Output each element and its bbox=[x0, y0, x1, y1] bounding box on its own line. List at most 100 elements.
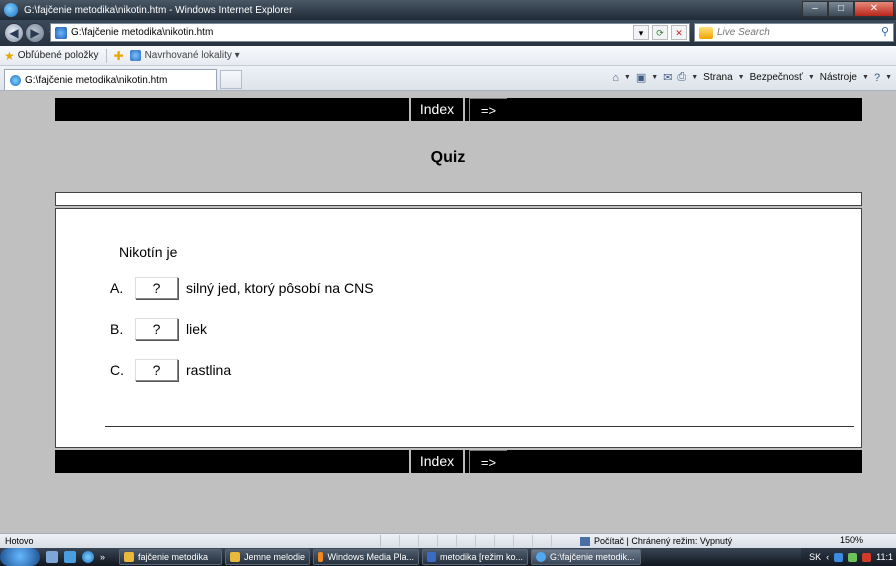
help-dropdown-icon[interactable]: ▼ bbox=[885, 74, 892, 81]
top-nav-bar: Index => bbox=[55, 98, 862, 121]
taskbar-item[interactable]: metodika [režim ko... bbox=[422, 549, 529, 565]
quick-launch-more[interactable]: » bbox=[100, 552, 105, 562]
status-text: Hotovo bbox=[5, 536, 34, 546]
network-icon[interactable] bbox=[834, 552, 844, 562]
question-text: Nikotín je bbox=[119, 244, 178, 260]
taskbar-item-label: metodika [režim ko... bbox=[439, 552, 524, 562]
window-title-bar: G:\fajčenie metodika\nikotin.htm - Windo… bbox=[0, 0, 896, 20]
answer-text: liek bbox=[186, 321, 208, 337]
language-indicator[interactable]: SK bbox=[809, 552, 821, 562]
bottom-nav-bar: Index => bbox=[55, 450, 862, 473]
taskbar-item[interactable]: fajčenie metodika bbox=[119, 549, 223, 565]
new-tab-button[interactable] bbox=[220, 70, 242, 89]
page-icon bbox=[55, 26, 67, 39]
answer-c-button[interactable]: ? bbox=[135, 359, 178, 381]
tab-label: G:\fajčenie metodika\nikotin.htm bbox=[25, 74, 168, 86]
suggested-sites-button[interactable]: Navrhované lokality ▾ bbox=[145, 50, 240, 61]
folder-icon bbox=[124, 552, 135, 562]
internet-explorer-icon bbox=[536, 552, 547, 562]
minimize-button[interactable]: – bbox=[802, 1, 828, 17]
divider bbox=[105, 48, 107, 63]
answer-letter: A. bbox=[110, 280, 124, 296]
media-player-icon bbox=[318, 552, 324, 562]
tab-page-icon bbox=[10, 74, 21, 86]
maximize-button[interactable]: □ bbox=[828, 1, 854, 17]
answer-text: silný jed, ktorý pôsobí na CNS bbox=[186, 280, 374, 296]
tools-menu[interactable]: Nástroje bbox=[820, 72, 857, 83]
status-bar: Hotovo Počítač | Chránený režim: Vypnutý… bbox=[0, 533, 896, 548]
security-zone-label: Počítač | Chránený režim: Vypnutý bbox=[594, 536, 733, 546]
navigation-bar: ◀ ▶ ▼ G:\fajčenie metodika\nikotin.htm ▾… bbox=[0, 20, 896, 46]
index-button-top[interactable]: Index bbox=[409, 98, 465, 121]
favorites-bar: ★ Obľúbené položky ✚ Navrhované lokality… bbox=[0, 46, 896, 66]
tray-status-icon[interactable] bbox=[848, 552, 858, 562]
tools-menu-dropdown-icon[interactable]: ▼ bbox=[862, 74, 869, 81]
answer-b: B. ? liek bbox=[110, 318, 207, 340]
home-dropdown-icon[interactable]: ▼ bbox=[624, 74, 631, 81]
mail-icon[interactable]: ✉ bbox=[663, 71, 672, 84]
volume-icon[interactable] bbox=[862, 552, 872, 562]
tab-row: G:\fajčenie metodika\nikotin.htm ⌂ ▼ ▣ ▼ ✉… bbox=[0, 66, 896, 91]
index-button-bottom[interactable]: Index bbox=[409, 450, 465, 473]
internet-explorer-icon[interactable] bbox=[82, 551, 94, 563]
taskbar-item-label: Windows Media Pla... bbox=[327, 552, 415, 562]
search-input[interactable] bbox=[717, 27, 867, 38]
quiz-panel: Nikotín je A. ? silný jed, ktorý pôsobí … bbox=[55, 208, 862, 448]
system-tray: SK ‹ 11:1 bbox=[801, 548, 896, 566]
suggested-sites-icon bbox=[129, 50, 141, 61]
close-button[interactable]: ✕ bbox=[854, 1, 894, 17]
security-zone[interactable]: Počítač | Chránený režim: Vypnutý bbox=[580, 536, 732, 546]
taskbar: » fajčenie metodika Jemne melodie Window… bbox=[0, 548, 896, 566]
stop-icon[interactable]: ✕ bbox=[671, 25, 687, 40]
tab-current[interactable]: G:\fajčenie metodika\nikotin.htm bbox=[4, 69, 217, 90]
answer-letter: B. bbox=[110, 321, 124, 337]
print-icon[interactable]: ⎙ bbox=[677, 71, 686, 84]
answer-letter: C. bbox=[110, 362, 124, 378]
add-favorite-icon[interactable]: ✚ bbox=[114, 49, 124, 63]
help-icon[interactable]: ? bbox=[874, 72, 880, 84]
clock[interactable]: 11:1 bbox=[876, 552, 893, 562]
page-menu[interactable]: Strana bbox=[703, 72, 732, 83]
back-button[interactable]: ◀ bbox=[4, 23, 24, 43]
page-content: Index => Quiz Nikotín je A. ? silný jed,… bbox=[0, 91, 896, 533]
favorites-button[interactable]: Obľúbené položky bbox=[18, 50, 99, 61]
search-go-icon[interactable]: ⚲ bbox=[881, 25, 889, 38]
answer-text: rastlina bbox=[186, 362, 232, 378]
taskbar-item-label: fajčenie metodika bbox=[138, 552, 209, 562]
zoom-level[interactable]: 150% bbox=[840, 535, 863, 545]
home-icon[interactable]: ⌂ bbox=[612, 72, 619, 84]
status-cells bbox=[380, 535, 570, 547]
print-dropdown-icon[interactable]: ▼ bbox=[691, 74, 698, 81]
answer-a: A. ? silný jed, ktorý pôsobí na CNS bbox=[110, 277, 374, 299]
address-url[interactable]: G:\fajčenie metodika\nikotin.htm bbox=[71, 27, 213, 38]
next-button-top[interactable]: => bbox=[469, 98, 507, 121]
feeds-icon[interactable]: ▣ bbox=[636, 71, 646, 84]
safety-menu[interactable]: Bezpečnosť bbox=[750, 72, 803, 83]
address-controls: ▾ ⟳ ✕ bbox=[633, 25, 687, 40]
window-controls: – □ ✕ bbox=[802, 1, 894, 17]
safety-menu-dropdown-icon[interactable]: ▼ bbox=[808, 74, 815, 81]
answer-b-button[interactable]: ? bbox=[135, 318, 178, 340]
favorites-star-icon[interactable]: ★ bbox=[4, 49, 15, 63]
window-title: G:\fajčenie metodika\nikotin.htm - Windo… bbox=[24, 4, 293, 16]
search-box: ⚲ bbox=[694, 23, 894, 42]
tray-expand-icon[interactable]: ‹ bbox=[826, 552, 829, 562]
forward-button[interactable]: ▶ bbox=[25, 23, 45, 43]
taskbar-item[interactable]: Jemne melodie bbox=[225, 549, 311, 565]
taskbar-item-label: G:\fajčenie metodik... bbox=[550, 552, 635, 562]
computer-zone-icon bbox=[580, 536, 590, 546]
taskbar-item[interactable]: Windows Media Pla... bbox=[313, 549, 420, 565]
page-menu-dropdown-icon[interactable]: ▼ bbox=[738, 74, 745, 81]
switch-windows-icon[interactable] bbox=[64, 551, 76, 563]
address-bar[interactable]: G:\fajčenie metodika\nikotin.htm ▾ ⟳ ✕ bbox=[50, 23, 690, 42]
header-box bbox=[55, 192, 862, 206]
show-desktop-icon[interactable] bbox=[46, 551, 58, 563]
address-dropdown-icon[interactable]: ▾ bbox=[633, 25, 649, 40]
start-button[interactable] bbox=[0, 548, 40, 566]
next-button-bottom[interactable]: => bbox=[469, 450, 507, 473]
taskbar-item-active[interactable]: G:\fajčenie metodik... bbox=[531, 549, 642, 565]
answer-a-button[interactable]: ? bbox=[135, 277, 178, 299]
feeds-dropdown-icon[interactable]: ▼ bbox=[651, 74, 658, 81]
refresh-icon[interactable]: ⟳ bbox=[652, 25, 668, 40]
taskbar-item-label: Jemne melodie bbox=[243, 552, 306, 562]
